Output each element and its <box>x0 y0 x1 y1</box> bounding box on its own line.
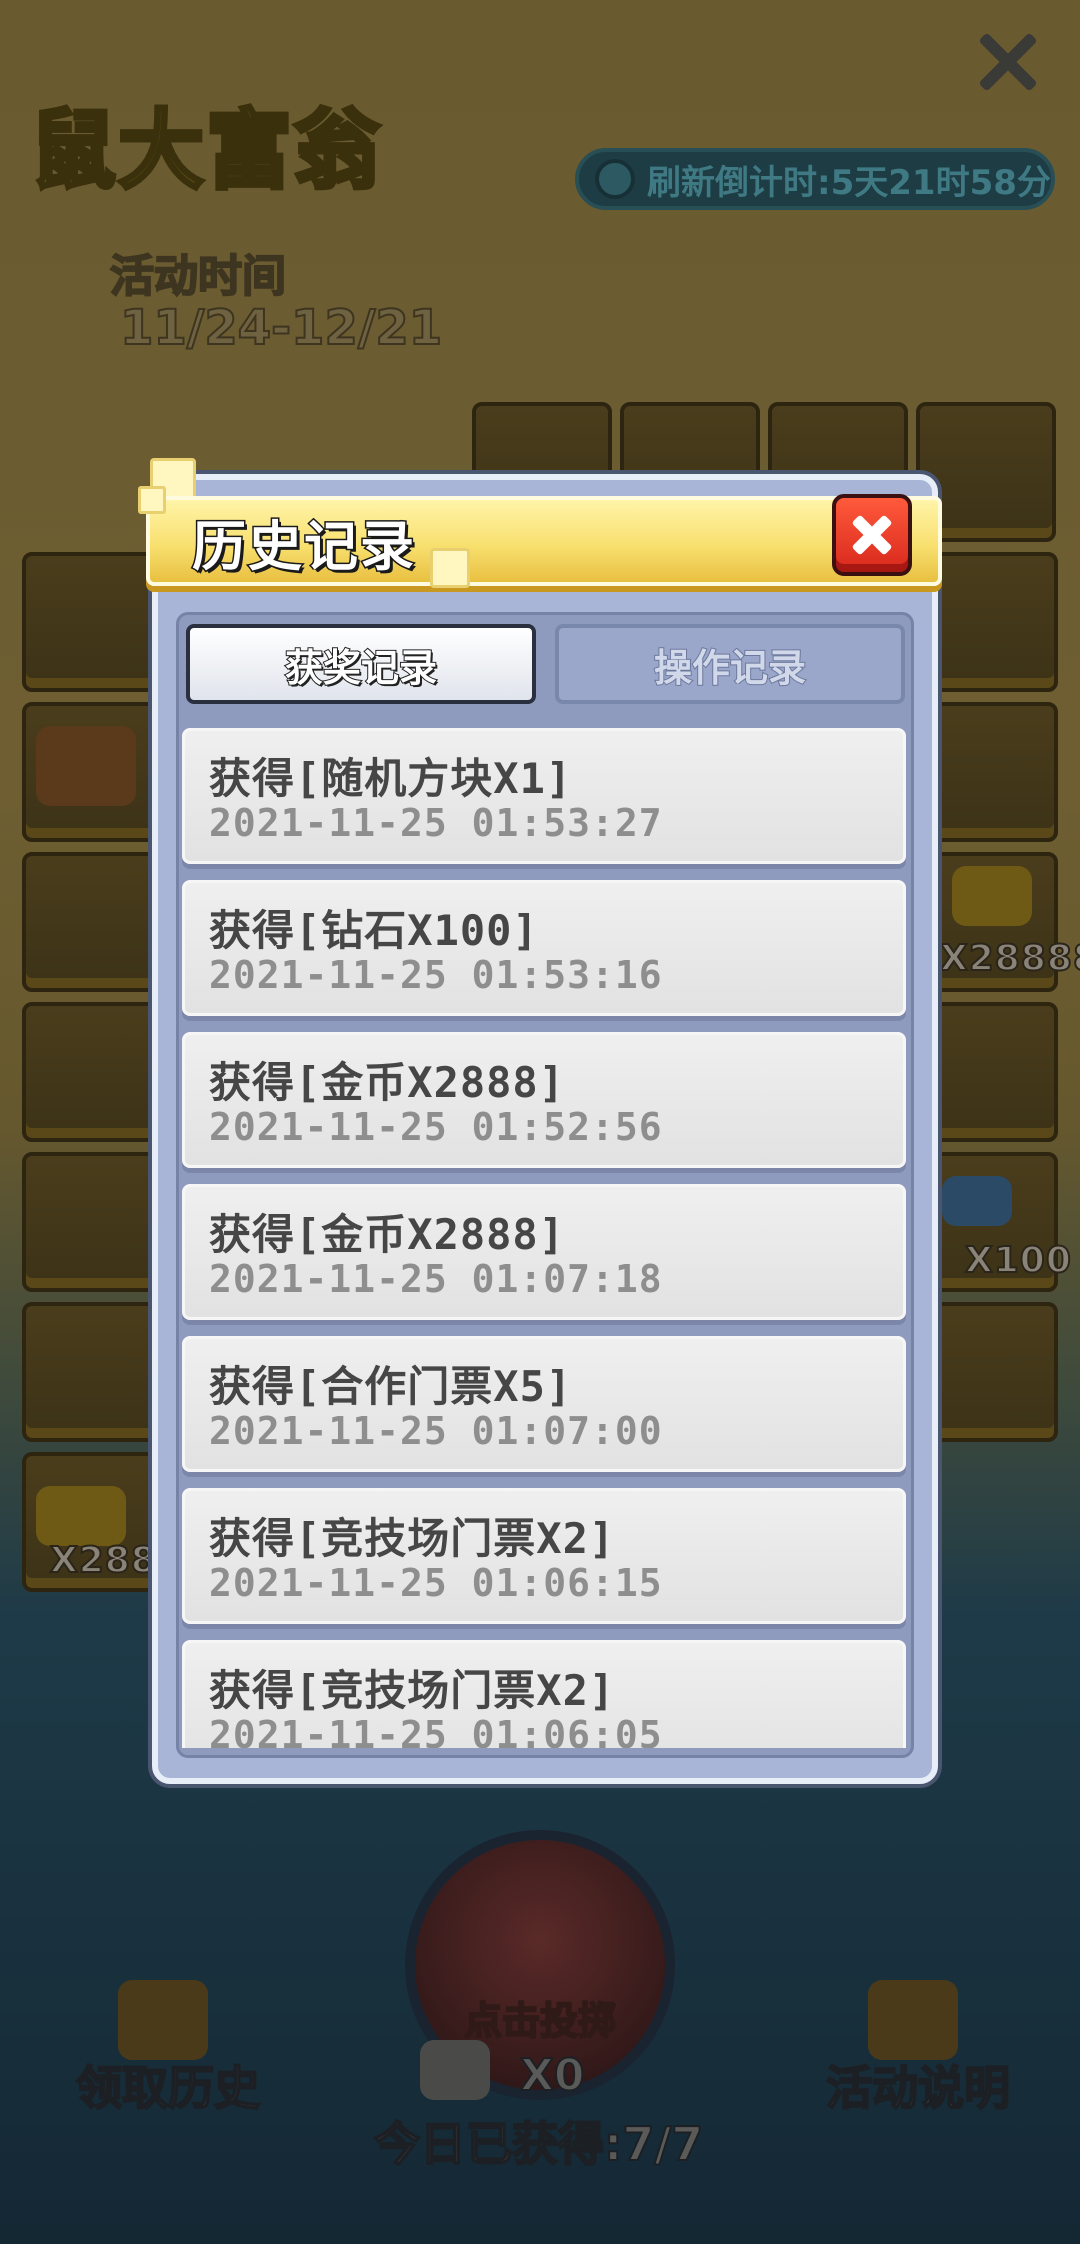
board-tile <box>918 702 1058 842</box>
refresh-countdown-text: 刷新倒计时:5天21时58分 <box>647 162 1051 203</box>
roll-dice-label: 点击投掷 <box>463 1998 617 2044</box>
decor-square <box>138 486 166 514</box>
activity-period-label: 活动时间 <box>109 250 287 303</box>
tile-reward-label: X28888 <box>939 937 1080 980</box>
activity-dates: 11/24-12/21 <box>119 299 443 357</box>
record-title: 获得[随机方块X1] <box>209 754 573 803</box>
dice-count: X0 <box>519 2049 586 2102</box>
record-time: 2021-11-25 01:06:05 <box>209 1713 663 1748</box>
record-time: 2021-11-25 01:53:27 <box>209 801 663 845</box>
board-tile <box>22 702 162 842</box>
claim-history-button[interactable]: 领取历史 <box>75 2052 261 2118</box>
board-tile <box>22 1152 162 1292</box>
list-item: 获得[钻石X100] 2021-11-25 01:53:16 <box>182 880 906 1016</box>
list-item: 获得[合作门票X5] 2021-11-25 01:07:00 <box>182 1336 906 1472</box>
record-title: 获得[金币X2888] <box>209 1058 566 1107</box>
board-tile <box>22 852 162 992</box>
dice-icon <box>420 2040 490 2100</box>
decor-square <box>430 548 470 588</box>
board-tile <box>918 1302 1058 1442</box>
record-title: 获得[合作门票X5] <box>209 1362 573 1411</box>
board-tile <box>918 1002 1058 1142</box>
list-item: 获得[竞技场门票X2] 2021-11-25 01:06:05 <box>182 1640 906 1748</box>
activity-info-button[interactable]: 活动说明 <box>825 2052 1011 2118</box>
dialog-title: 历史记录 <box>191 514 416 580</box>
record-time: 2021-11-25 01:52:56 <box>209 1105 663 1149</box>
diamond-icon <box>942 1176 1012 1226</box>
clock-icon <box>595 159 635 199</box>
list-item: 获得[竞技场门票X2] 2021-11-25 01:06:15 <box>182 1488 906 1624</box>
gold-coins-icon <box>952 866 1032 926</box>
list-item: 获得[随机方块X1] 2021-11-25 01:53:27 <box>182 728 906 864</box>
close-dialog-button[interactable] <box>832 494 912 576</box>
record-time: 2021-11-25 01:53:16 <box>209 953 663 997</box>
today-obtained-count: 今日已获得:7/7 <box>373 2116 704 2172</box>
board-tile <box>22 552 162 692</box>
record-title: 获得[竞技场门票X2] <box>209 1666 616 1715</box>
list-item: 获得[金币X2888] 2021-11-25 01:52:56 <box>182 1032 906 1168</box>
record-time: 2021-11-25 01:06:15 <box>209 1561 663 1605</box>
record-title: 获得[金币X2888] <box>209 1210 566 1259</box>
board-tile <box>22 1302 162 1442</box>
record-title: 获得[钻石X100] <box>209 906 539 955</box>
record-title: 获得[竞技场门票X2] <box>209 1514 616 1563</box>
record-time: 2021-11-25 01:07:18 <box>209 1257 663 1301</box>
record-list[interactable]: 获得[随机方块X1] 2021-11-25 01:53:27 获得[钻石X100… <box>182 728 908 1748</box>
info-book-icon <box>868 1980 958 2060</box>
refresh-countdown: 刷新倒计时:5天21时58分 <box>575 148 1055 210</box>
close-icon[interactable] <box>972 26 1044 98</box>
record-time: 2021-11-25 01:07:00 <box>209 1409 663 1453</box>
scroll-icon <box>118 1980 208 2060</box>
treasure-chest-icon <box>36 726 136 806</box>
tab-operation-records[interactable]: 操作记录 <box>555 624 905 704</box>
game-title: 鼠大富翁 <box>28 99 382 203</box>
gold-coins-icon <box>36 1486 126 1546</box>
board-tile <box>22 1002 162 1142</box>
list-item: 获得[金币X2888] 2021-11-25 01:07:18 <box>182 1184 906 1320</box>
tile-reward-label: X100 <box>964 1239 1072 1282</box>
tab-prize-records[interactable]: 获奖记录 <box>186 624 536 704</box>
